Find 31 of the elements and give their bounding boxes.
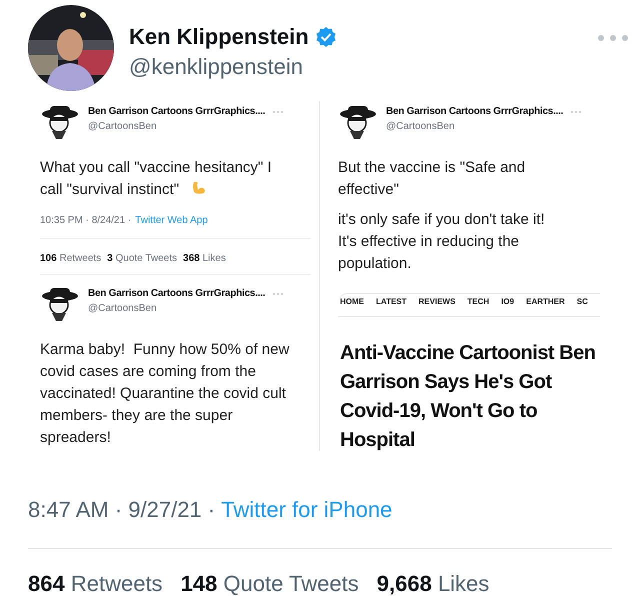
author-name[interactable]: Ben Garrison Cartoons GrrrGraphics.... xyxy=(88,104,266,119)
nav-link[interactable]: EARTHER xyxy=(526,296,565,308)
tweet-text: But the vaccine is "Safe and effective" xyxy=(338,158,526,200)
author-name[interactable]: Ken Klippenstein xyxy=(129,23,309,51)
tweet-text: Karma baby! Funny how 50% of new covid cases are coming from the vaccinated! Quarantine the covid cult members- they are the super spreaders! xyxy=(40,340,290,448)
nav-link[interactable]: LATEST xyxy=(376,296,407,308)
more-icon[interactable] xyxy=(598,35,628,41)
author-handle[interactable]: @CartoonsBen xyxy=(386,119,582,134)
tweet-stat[interactable]: 106 Retweets xyxy=(40,251,102,266)
article-headline[interactable]: Anti-Vaccine Cartoonist Ben Garrison Says He's Got Covid-19, Won't Go to Hospital xyxy=(338,339,600,451)
tweet-text: it's only safe if you don't take it! xyxy=(338,210,546,230)
nav-link[interactable]: TECH xyxy=(467,296,490,308)
tweet-stat[interactable]: 3 Quote Tweets xyxy=(107,251,178,266)
tweet-stat[interactable]: 368 Likes xyxy=(183,251,226,266)
article-card[interactable]: HOME LATEST REVIEWS TECH IO9 EARTHER SC Anti-Vaccine Cartoonist Ben Garrison Says He's Got Covid-19, Won't Go to Hospital xyxy=(338,293,600,451)
author-handle[interactable]: @CartoonsBen xyxy=(88,301,284,316)
nav-link[interactable]: HOME xyxy=(340,296,364,308)
tweet-stat[interactable]: 148 Quote Tweets xyxy=(180,567,359,600)
author-name[interactable]: Ben Garrison Cartoons GrrrGraphics.... xyxy=(386,104,564,119)
nav-link[interactable]: SC xyxy=(576,296,588,308)
tweet-stat[interactable]: 864 Retweets xyxy=(28,567,163,600)
tweet-text: What you call "vaccine hesitancy" I call "survival instinct" xyxy=(40,158,273,200)
tweet-timestamp: 8:47 AM · 9/27/21 · xyxy=(28,496,216,524)
tweet-timestamp: 10:35 PM · 8/24/21 · xyxy=(40,214,132,228)
author-handle[interactable]: @CartoonsBen xyxy=(88,119,284,134)
nav-link[interactable]: REVIEWS xyxy=(418,296,456,308)
author-name[interactable]: Ben Garrison Cartoons GrrrGraphics.... xyxy=(88,286,266,301)
tweet-text: It's effective in reducing the population. xyxy=(338,232,520,274)
nav-link[interactable]: IO9 xyxy=(501,296,514,308)
author-handle[interactable]: @kenklippenstein xyxy=(129,53,598,81)
tweet-stat[interactable]: 9,668 Likes xyxy=(376,567,490,600)
